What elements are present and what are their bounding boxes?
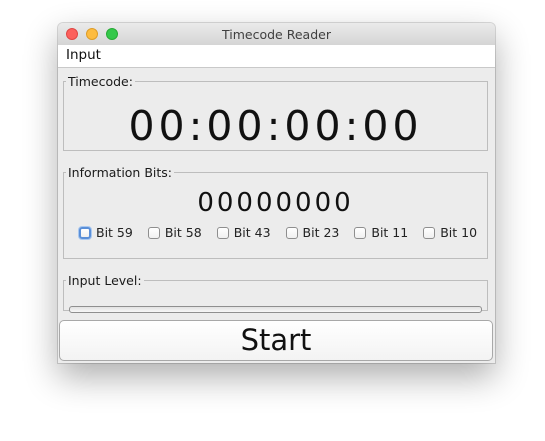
checkbox-box[interactable] xyxy=(216,226,229,239)
title-bar[interactable]: Timecode Reader xyxy=(58,23,495,46)
input-level-meter xyxy=(69,306,482,313)
checkbox-box[interactable] xyxy=(79,226,91,239)
bit-10-checkbox[interactable]: Bit 10 xyxy=(423,225,477,240)
bit-58-checkbox[interactable]: Bit 58 xyxy=(147,225,202,240)
bit-11-label: Bit 11 xyxy=(371,225,409,240)
bit-58-label: Bit 58 xyxy=(164,225,202,240)
timecode-display: 00:00:00:00 xyxy=(128,102,423,150)
information-bits-group: Information Bits: 00000000 Bit 59 Bit 58… xyxy=(63,165,488,259)
input-level-group: Input Level: xyxy=(63,273,488,313)
timecode-group: Timecode: 00:00:00:00 xyxy=(63,74,488,151)
menu-input[interactable]: Input xyxy=(66,47,101,63)
bit-checkbox-row: Bit 59 Bit 58 Bit 43 Bit 23 Bit 11 Bit 1… xyxy=(79,225,482,240)
window-title: Timecode Reader xyxy=(222,27,331,42)
checkbox-box[interactable] xyxy=(285,226,298,239)
bit-23-checkbox[interactable]: Bit 23 xyxy=(285,225,340,240)
bit-43-label: Bit 43 xyxy=(233,225,271,240)
information-bits-display: 00000000 xyxy=(197,188,354,218)
information-bits-label: Information Bits: xyxy=(68,165,173,180)
bit-59-checkbox[interactable]: Bit 59 xyxy=(79,225,133,240)
timecode-label: Timecode: xyxy=(68,74,133,89)
bit-43-checkbox[interactable]: Bit 43 xyxy=(216,225,271,240)
start-button[interactable]: Start xyxy=(59,320,493,361)
checkbox-box[interactable] xyxy=(354,226,367,239)
checkbox-box[interactable] xyxy=(147,226,160,239)
input-level-label: Input Level: xyxy=(68,273,142,288)
bit-59-label: Bit 59 xyxy=(96,225,133,240)
app-window: Timecode Reader Input Timecode: 00:00:00… xyxy=(58,23,495,363)
bit-10-label: Bit 10 xyxy=(440,225,478,240)
bit-11-checkbox[interactable]: Bit 11 xyxy=(354,225,408,240)
menu-bar: Input xyxy=(58,45,495,68)
bit-23-label: Bit 23 xyxy=(302,225,340,240)
checkbox-box[interactable] xyxy=(423,226,436,239)
